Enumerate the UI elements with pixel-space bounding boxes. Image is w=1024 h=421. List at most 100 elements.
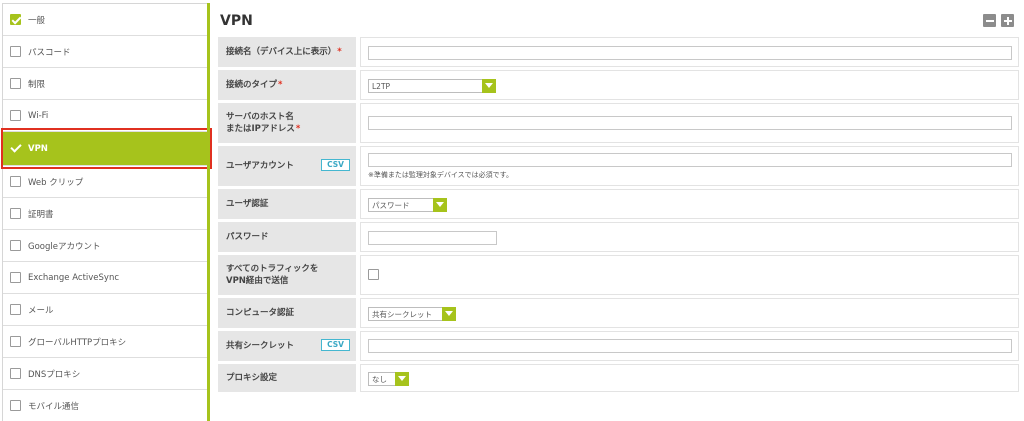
field-label: ユーザ認証	[218, 189, 356, 219]
select-value: パスワード	[372, 200, 410, 210]
checkbox-icon[interactable]	[10, 46, 21, 57]
sidebar-item-vpn[interactable]: VPN	[3, 132, 208, 166]
label-text: ユーザアカウント	[226, 160, 294, 171]
field-label: パスワード	[218, 222, 356, 252]
machine-auth-select[interactable]: 共有シークレット	[368, 307, 456, 321]
row-connection-name: 接続名（デバイス上に表示） *	[218, 37, 1019, 67]
checkbox-icon[interactable]	[10, 400, 21, 411]
required-mark: *	[278, 79, 283, 90]
minus-icon[interactable]	[983, 14, 996, 27]
select-value: L2TP	[372, 81, 391, 91]
chevron-down-icon[interactable]	[442, 307, 456, 321]
row-shared-secret: 共有シークレット CSV	[218, 331, 1019, 361]
row-server-host: サーバのホスト名 またはIPアドレス*	[218, 103, 1019, 143]
label-text: 共有シークレット	[226, 340, 295, 351]
server-host-input[interactable]	[368, 116, 1012, 130]
page-title: VPN	[220, 13, 253, 29]
sidebar-item-label: Exchange ActiveSync	[28, 272, 120, 283]
sidebar-item-label: グローバルHTTPプロキシ	[28, 337, 127, 348]
checkbox-icon[interactable]	[10, 240, 21, 251]
field-label: コンピュータ認証	[218, 298, 356, 328]
checkbox-icon[interactable]	[10, 78, 21, 89]
label-text: ユーザ認証	[226, 198, 269, 209]
csv-button[interactable]: CSV	[321, 159, 350, 171]
sidebar-item-label: パスコード	[28, 47, 71, 58]
field-label: ユーザアカウント CSV	[218, 146, 356, 186]
select-value: 共有シークレット	[372, 309, 432, 319]
shared-secret-input[interactable]	[368, 339, 1012, 353]
check-icon[interactable]	[10, 14, 21, 25]
sidebar-item-label: DNSプロキシ	[28, 369, 81, 380]
sidebar-item-label: 証明書	[28, 209, 54, 220]
sidebar-item-global-http-proxy[interactable]: グローバルHTTPプロキシ	[3, 326, 208, 358]
row-user-account: ユーザアカウント CSV ※準備または監理対象デバイスでは必須です。	[218, 146, 1019, 186]
row-machine-auth: コンピュータ認証 共有シークレット	[218, 298, 1019, 328]
label-line: またはIPアドレス	[226, 124, 295, 134]
sidebar-item-label: モバイル通信	[28, 401, 80, 412]
label-text: パスワード	[226, 231, 269, 242]
field-cell: ※準備または監理対象デバイスでは必須です。	[360, 146, 1019, 186]
checkbox-icon[interactable]	[10, 336, 21, 347]
sidebar-item-wifi[interactable]: Wi-Fi	[3, 100, 208, 132]
chevron-down-icon[interactable]	[433, 198, 447, 212]
sidebar-item-label: VPN	[28, 143, 48, 154]
field-label: 接続のタイプ *	[218, 70, 356, 100]
chevron-down-icon[interactable]	[395, 372, 409, 386]
checkbox-icon[interactable]	[10, 110, 21, 121]
checkbox-icon[interactable]	[10, 368, 21, 379]
proxy-select[interactable]: なし	[368, 372, 409, 386]
settings-sidebar: 一般 パスコード 制限 Wi-Fi VPN Web クリップ 証明書 Googl…	[2, 3, 208, 421]
field-cell	[360, 255, 1019, 295]
sidebar-item-mail[interactable]: メール	[3, 294, 208, 326]
field-cell: 共有シークレット	[360, 298, 1019, 328]
field-label: 共有シークレット CSV	[218, 331, 356, 361]
field-cell	[360, 331, 1019, 361]
sidebar-item-passcode[interactable]: パスコード	[3, 36, 208, 68]
sidebar-item-label: 制限	[28, 79, 46, 90]
sidebar-item-dns-proxy[interactable]: DNSプロキシ	[3, 358, 208, 390]
sidebar-item-general[interactable]: 一般	[3, 4, 208, 36]
field-hint: ※準備または監理対象デバイスでは必須です。	[368, 171, 513, 179]
field-cell	[360, 103, 1019, 143]
user-auth-select[interactable]: パスワード	[368, 198, 447, 212]
field-label: 接続名（デバイス上に表示） *	[218, 37, 356, 67]
label-text: サーバのホスト名 またはIPアドレス*	[226, 111, 300, 136]
row-password: パスワード	[218, 222, 1019, 252]
label-line: VPN経由で送信	[226, 276, 289, 286]
sidebar-item-cellular[interactable]: モバイル通信	[3, 390, 208, 421]
sidebar-item-label: Googleアカウント	[28, 241, 101, 252]
sidebar-item-certificates[interactable]: 証明書	[3, 198, 208, 230]
row-proxy: プロキシ設定 なし	[218, 364, 1019, 392]
label-text: すべてのトラフィックを VPN経由で送信	[226, 263, 318, 288]
label-text: プロキシ設定	[226, 372, 278, 383]
sidebar-item-label: 一般	[28, 15, 46, 26]
field-label: サーバのホスト名 またはIPアドレス*	[218, 103, 356, 143]
sidebar-item-web-clip[interactable]: Web クリップ	[3, 166, 208, 198]
password-input[interactable]	[368, 231, 497, 245]
field-cell	[360, 222, 1019, 252]
checkmark-icon	[10, 143, 21, 154]
connection-name-input[interactable]	[368, 46, 1012, 60]
field-label: プロキシ設定	[218, 364, 356, 392]
checkbox-icon[interactable]	[10, 272, 21, 283]
user-account-input[interactable]	[368, 153, 1012, 167]
field-cell	[360, 37, 1019, 67]
plus-icon[interactable]	[1001, 14, 1014, 27]
label-line: サーバのホスト名	[226, 111, 294, 122]
checkbox-icon[interactable]	[10, 208, 21, 219]
label-text: コンピュータ認証	[226, 307, 295, 318]
send-all-traffic-checkbox[interactable]	[368, 269, 379, 280]
field-cell: L2TP	[360, 70, 1019, 100]
sidebar-item-label: Wi-Fi	[28, 110, 49, 121]
row-send-all-traffic: すべてのトラフィックを VPN経由で送信	[218, 255, 1019, 295]
sidebar-item-google-account[interactable]: Googleアカウント	[3, 230, 208, 262]
csv-button[interactable]: CSV	[321, 339, 350, 351]
sidebar-item-exchange[interactable]: Exchange ActiveSync	[3, 262, 208, 294]
checkbox-icon[interactable]	[10, 176, 21, 187]
connection-type-select[interactable]: L2TP	[368, 79, 496, 93]
checkbox-icon[interactable]	[10, 304, 21, 315]
chevron-down-icon[interactable]	[482, 79, 496, 93]
required-mark: *	[337, 46, 342, 57]
sidebar-item-label: Web クリップ	[28, 177, 84, 188]
sidebar-item-restrictions[interactable]: 制限	[3, 68, 208, 100]
